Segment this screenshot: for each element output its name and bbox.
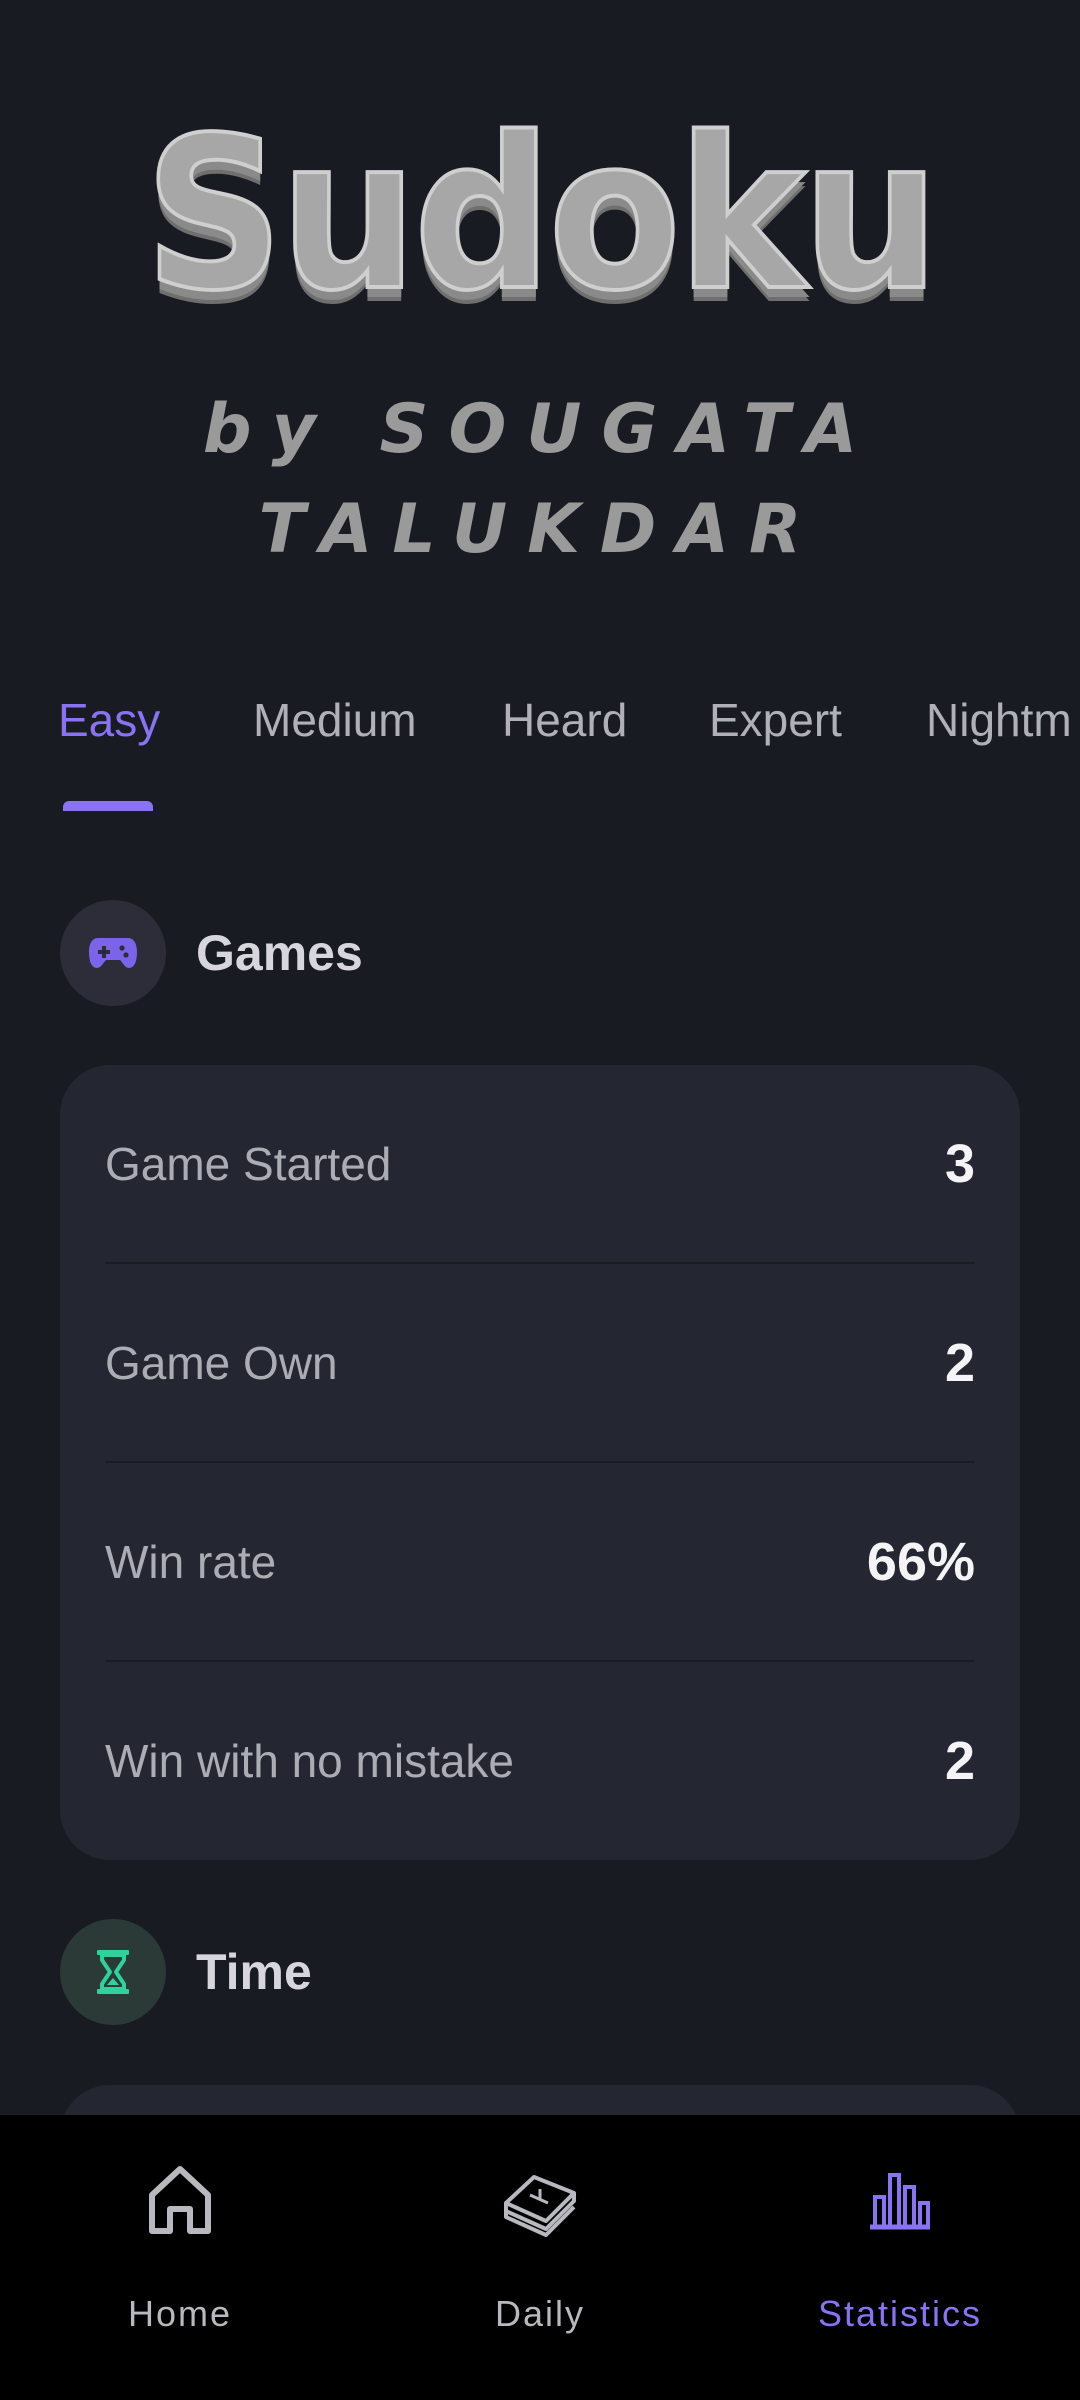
tab-heard[interactable]: Heard — [502, 680, 627, 760]
hourglass-icon — [97, 1950, 129, 1994]
time-icon-badge — [60, 1919, 166, 2025]
active-tab-indicator — [63, 801, 153, 811]
nav-statistics-label: Statistics — [817, 2293, 983, 2334]
app-title: Sudoku — [142, 92, 941, 337]
nav-home[interactable]: Home — [0, 2115, 360, 2400]
time-section-header: Time — [60, 1919, 960, 2025]
nav-daily[interactable]: Daily — [360, 2115, 720, 2400]
tab-nightmare[interactable]: Nightm — [926, 680, 1072, 760]
app-title-logo: Sudoku — [0, 92, 1080, 337]
games-section-header: Games — [60, 900, 960, 1006]
stat-row-win-no-mistake: Win with no mistake 2 — [105, 1662, 975, 1861]
stat-label: Win rate — [105, 1536, 277, 1588]
difficulty-tabs: Easy Medium Heard Expert Nightm — [0, 660, 1080, 820]
tab-easy[interactable]: Easy — [58, 680, 160, 760]
statistics-screen: Sudoku by SOUGATA TALUKDAR Easy Medium H… — [0, 0, 1080, 2400]
time-section-title: Time — [196, 1944, 312, 2000]
home-icon — [149, 2166, 211, 2234]
stat-value: 2 — [944, 1731, 975, 1791]
nav-home-label: Home — [127, 2293, 233, 2334]
games-icon-badge — [60, 900, 166, 1006]
games-section-title: Games — [196, 925, 363, 981]
tab-expert[interactable]: Expert — [709, 680, 842, 760]
stat-value: 66% — [866, 1532, 975, 1592]
stat-row-game-own: Game Own 2 — [105, 1264, 975, 1463]
bottom-navigation: Home Daily Statistics — [0, 2115, 1080, 2400]
daily-book-icon — [504, 2175, 576, 2237]
app-byline: by SOUGATA TALUKDAR — [202, 390, 878, 569]
bar-chart-icon — [870, 2173, 930, 2230]
stat-row-win-rate: Win rate 66% — [105, 1463, 975, 1662]
stat-label: Game Own — [105, 1337, 338, 1389]
games-stats-card: Game Started 3 Game Own 2 Win rate 66% W… — [60, 1065, 1020, 1860]
stat-value: 3 — [944, 1134, 975, 1194]
stat-row-game-started: Game Started 3 — [105, 1065, 975, 1264]
nav-statistics[interactable]: Statistics — [720, 2115, 1080, 2400]
stat-value: 2 — [944, 1333, 975, 1393]
gamepad-icon — [89, 938, 137, 968]
tab-medium[interactable]: Medium — [253, 680, 417, 760]
nav-daily-label: Daily — [494, 2293, 585, 2334]
stat-label: Game Started — [105, 1138, 392, 1190]
stat-label: Win with no mistake — [105, 1735, 515, 1787]
